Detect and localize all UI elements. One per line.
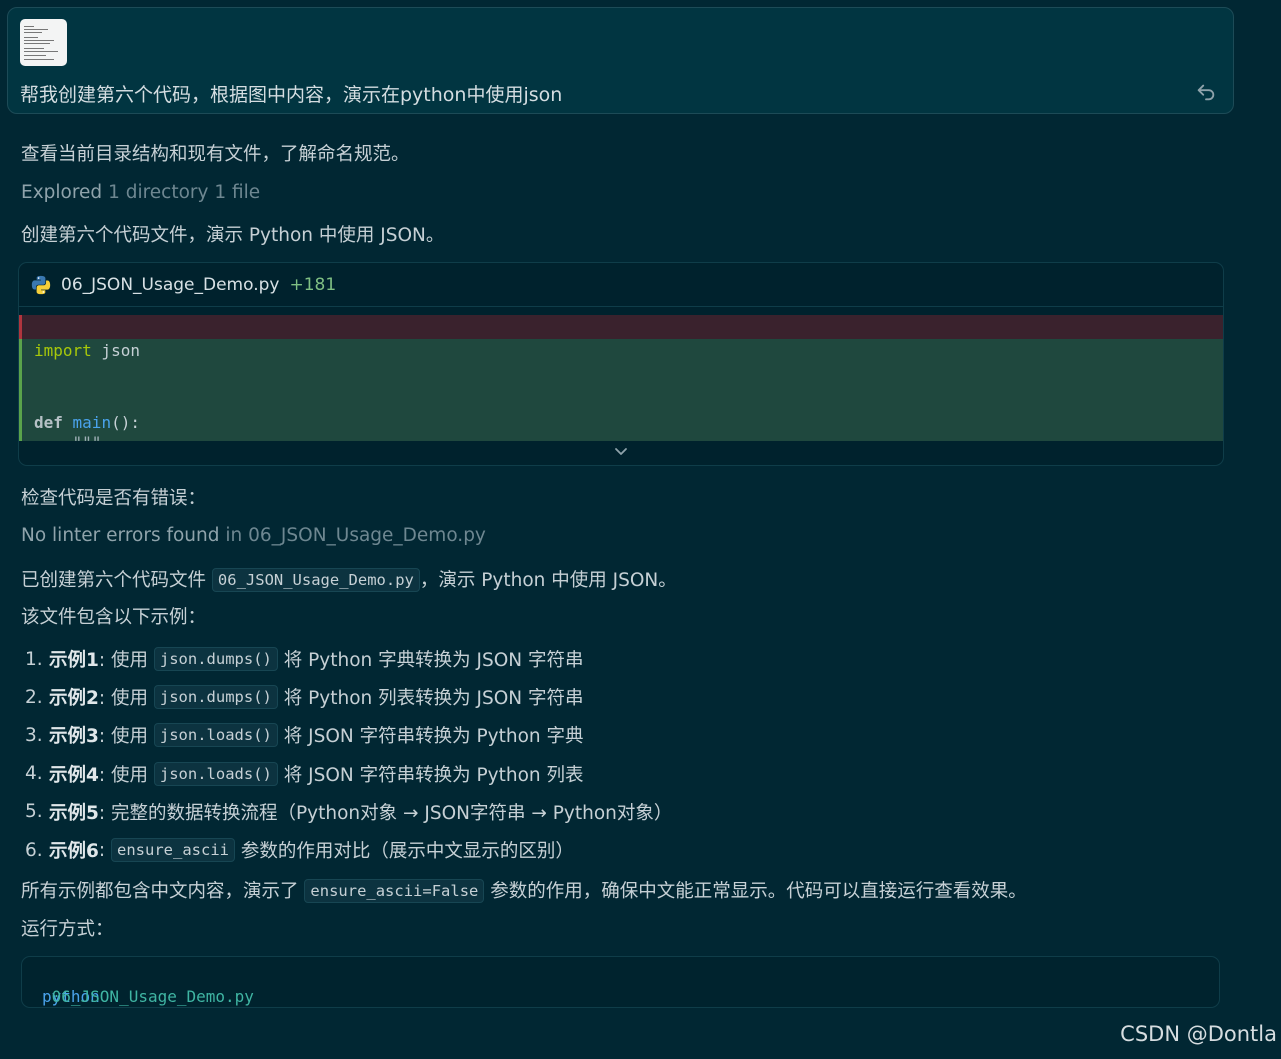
code-filename: 06_JSON_Usage_Demo.py — [61, 274, 280, 295]
create-file-text: 创建第六个代码文件，演示 Python 中使用 JSON。 — [21, 225, 445, 246]
code-diff-card: 06_JSON_Usage_Demo.py +181 import json d… — [18, 262, 1224, 466]
code-import-keyword: import — [34, 341, 92, 360]
lint-status[interactable]: No linter errors found in 06_JSON_Usage_… — [21, 525, 486, 546]
code-def-keyword: def — [34, 413, 63, 432]
assistant-intro-text: 查看当前目录结构和现有文件，了解命名规范。 — [21, 144, 410, 165]
created-file-sentence: 已创建第六个代码文件 06_JSON_Usage_Demo.py ，演示 Pyth… — [21, 566, 677, 592]
contains-text: 该文件包含以下示例： — [21, 607, 207, 628]
code-import-module: json — [91, 341, 140, 360]
created-file-chip: 06_JSON_Usage_Demo.py — [211, 568, 420, 592]
python-icon — [31, 275, 51, 294]
code-line-import: import json — [34, 341, 140, 360]
lint-file-text: in 06_JSON_Usage_Demo.py — [225, 525, 486, 546]
inline-code: json.loads() — [153, 723, 278, 748]
explored-label: Explored — [21, 182, 103, 203]
summary-suffix: 参数的作用，确保中文能正常显示。代码可以直接运行查看效果。 — [490, 881, 1027, 902]
list-item: 2. 示例2: 使用 json.dumps() 将 Python 列表转换为 J… — [25, 685, 584, 710]
command-code-block[interactable]: python 06_JSON_Usage_Demo.py — [21, 956, 1220, 1008]
code-def-paren: (): — [111, 413, 140, 432]
chevron-down-icon[interactable] — [613, 445, 629, 459]
code-card-header[interactable]: 06_JSON_Usage_Demo.py +181 — [19, 263, 1223, 307]
diff-removed-line — [19, 315, 1223, 339]
user-message-text: 帮我创建第六个代码，根据图中内容，演示在python中使用json — [20, 84, 563, 106]
list-item: 4. 示例4: 使用 json.loads() 将 JSON 字符串转换为 Py… — [25, 761, 584, 786]
code-line-def: def main(): — [34, 413, 140, 432]
inline-code: json.loads() — [153, 761, 278, 786]
summary-code-chip: ensure_ascii=False — [304, 879, 485, 903]
list-item: 6. 示例6: ensure_ascii 参数的作用对比（展示中文显示的区别） — [25, 838, 574, 863]
examples-list: 1. 示例1: 使用 json.dumps() 将 Python 字典转换为 J… — [21, 640, 672, 869]
user-message-bubble: 帮我创建第六个代码，根据图中内容，演示在python中使用json — [7, 7, 1234, 114]
list-item: 5. 示例5: 完整的数据转换流程（Python对象 → JSON字符串 → P… — [25, 801, 673, 824]
run-label: 运行方式： — [21, 919, 114, 940]
check-errors-text: 检查代码是否有错误： — [21, 488, 207, 509]
undo-icon[interactable] — [1195, 81, 1217, 103]
list-item: 3. 示例3: 使用 json.loads() 将 JSON 字符串转换为 Py… — [25, 723, 584, 748]
created-prefix: 已创建第六个代码文件 — [21, 570, 207, 591]
explored-status[interactable]: Explored 1 directory 1 file — [21, 182, 260, 203]
inline-code: ensure_ascii — [111, 838, 235, 863]
inline-code: json.dumps() — [153, 647, 278, 672]
added-lines-count: +181 — [289, 274, 337, 295]
inline-code: json.dumps() — [153, 685, 278, 710]
lint-status-text: No linter errors found — [21, 525, 220, 546]
list-item: 1. 示例1: 使用 json.dumps() 将 Python 字典转换为 J… — [25, 647, 584, 672]
summary-sentence: 所有示例都包含中文内容，演示了 ensure_ascii=False 参数的作用… — [21, 877, 1027, 903]
explored-detail: 1 directory 1 file — [108, 182, 261, 203]
image-attachment-thumbnail[interactable] — [20, 19, 67, 66]
command-file: 06_JSON_Usage_Demo.py — [42, 987, 254, 1006]
watermark: CSDN @Dontla — [1120, 1022, 1277, 1046]
diff-added-block — [19, 339, 1223, 441]
summary-prefix: 所有示例都包含中文内容，演示了 — [21, 881, 299, 902]
code-line-docstring-partial: """ — [34, 433, 102, 441]
created-suffix: ，演示 Python 中使用 JSON。 — [419, 570, 677, 591]
code-function-name: main — [62, 413, 112, 432]
